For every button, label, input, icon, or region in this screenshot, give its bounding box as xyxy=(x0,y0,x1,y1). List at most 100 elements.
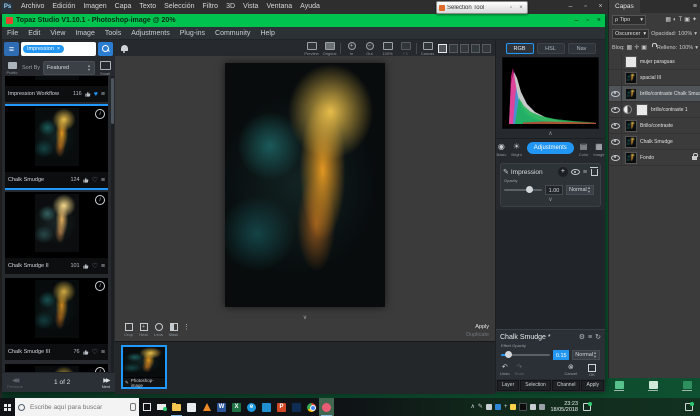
filter-type-icon[interactable]: T xyxy=(679,16,683,24)
more-tools-icon[interactable]: ⋮ xyxy=(183,323,190,332)
ps-menu-texto[interactable]: Texto xyxy=(135,0,160,14)
visibility-toggle[interactable] xyxy=(609,150,622,165)
preset-card-chalk-smudge[interactable]: i Chalk Smudge 124 ♡ ≡ xyxy=(5,106,108,188)
layer-thumbnail[interactable] xyxy=(625,120,637,132)
task-view-icon[interactable] xyxy=(139,398,154,416)
scrollbar-thumb[interactable] xyxy=(111,78,114,124)
pen-icon[interactable]: ✎ xyxy=(478,403,483,411)
slider-knob[interactable] xyxy=(505,351,512,358)
layer-filter-select[interactable]: ρ Tipo ▾ xyxy=(612,15,646,25)
tz-menu-community[interactable]: Community xyxy=(210,30,255,37)
add-adjustment-icon[interactable]: + xyxy=(558,167,568,177)
gear-icon[interactable]: ⚙ xyxy=(579,333,585,342)
view-navigator-button[interactable] xyxy=(482,44,491,53)
notification-bell-icon[interactable] xyxy=(121,45,128,51)
ps-menu-filtro[interactable]: Filtro xyxy=(199,0,223,14)
lens-tool-button[interactable]: Lens xyxy=(151,323,166,337)
tz-menu-file[interactable]: File xyxy=(2,30,23,37)
preview-button[interactable]: Preview xyxy=(304,42,319,56)
footer-tab-layer[interactable]: Layer xyxy=(497,380,520,391)
filter-adjustment-icon[interactable]: ◐ xyxy=(673,16,677,24)
impression-opacity-slider[interactable] xyxy=(504,189,542,191)
apply-button[interactable]: Apply xyxy=(475,324,489,331)
lock-position-icon[interactable]: ▣ xyxy=(641,44,647,52)
effect-blend-select[interactable]: Normal ▲▼ xyxy=(572,350,600,360)
visibility-toggle[interactable] xyxy=(609,102,622,117)
opacity-value[interactable]: 100% xyxy=(678,31,692,37)
file-explorer-icon[interactable] xyxy=(169,398,184,416)
bluetooth-icon[interactable] xyxy=(495,404,501,410)
next-page-button[interactable]: ▶▶ Next xyxy=(102,377,110,389)
excel-icon[interactable]: X xyxy=(229,398,244,416)
edge-icon[interactable]: e xyxy=(244,398,259,416)
documents-folder-icon[interactable] xyxy=(184,398,199,416)
chrome-icon[interactable] xyxy=(304,398,319,416)
footer-tab-selection[interactable]: Selection xyxy=(520,380,551,391)
powerpoint-icon[interactable]: P xyxy=(274,398,289,416)
view-split-button[interactable] xyxy=(449,44,458,53)
visibility-toggle[interactable] xyxy=(609,86,622,101)
thumbs-up-icon[interactable] xyxy=(83,177,89,183)
slider-knob[interactable] xyxy=(526,186,533,193)
topaz-maximize-button[interactable]: ▫ xyxy=(586,17,588,24)
info-icon[interactable]: i xyxy=(95,195,105,205)
notification-center-icon[interactable] xyxy=(685,403,693,411)
reset-icon[interactable]: ↻ xyxy=(595,333,601,342)
tab-hsl[interactable]: HSL xyxy=(537,43,565,54)
preset-card-partial[interactable]: i xyxy=(5,364,108,372)
effect-opacity-value[interactable]: 0.15 xyxy=(553,350,569,360)
volume-icon[interactable] xyxy=(530,404,536,410)
ok-button[interactable]: OK xyxy=(588,364,596,377)
layer-row-chalk-smudge[interactable]: Chalk Smudge xyxy=(609,134,700,150)
previous-page-button[interactable]: ◀◀ Previous xyxy=(7,377,23,389)
visibility-toggle[interactable] xyxy=(609,70,622,85)
topaz-minimize-button[interactable]: – xyxy=(575,17,579,24)
topaz-studio-taskbar-icon[interactable] xyxy=(319,398,334,416)
tab-nav[interactable]: Nav xyxy=(568,43,596,54)
drive-icon[interactable] xyxy=(510,404,516,410)
ps-menu-ayuda[interactable]: Ayuda xyxy=(296,0,324,14)
thumbs-up-icon[interactable] xyxy=(83,263,89,269)
tz-menu-edit[interactable]: Edit xyxy=(23,30,45,37)
image-button[interactable]: ▦ Image xyxy=(593,142,604,157)
basic-button[interactable]: ◉ Basic xyxy=(497,142,507,157)
onedrive-icon[interactable]: + xyxy=(504,403,508,411)
zoom-100-button[interactable]: 100% xyxy=(380,42,395,56)
preset-card-chalk-smudge-ii[interactable]: i Chalk Smudge II 101 ♡ ≡ xyxy=(5,192,108,274)
layer-row-brillo-contraste[interactable]: Brillo/contraste xyxy=(609,118,700,134)
search-button[interactable] xyxy=(98,42,113,56)
ps-menu-ventana[interactable]: Ventana xyxy=(262,0,296,14)
public-presets-button[interactable]: Public xyxy=(5,62,19,75)
network-icon[interactable] xyxy=(539,404,545,410)
info-icon[interactable]: i xyxy=(95,281,105,291)
canvas-collapse-chevron[interactable]: ∨ xyxy=(115,314,495,322)
tray-expand-icon[interactable]: ∧ xyxy=(471,403,475,411)
desktop-shortcut-icon[interactable] xyxy=(682,381,692,393)
selection-tool-close-icon[interactable]: × xyxy=(517,5,525,11)
delete-trash-icon[interactable] xyxy=(591,169,598,176)
preset-options-icon[interactable]: ≡ xyxy=(101,349,105,356)
layer-thumbnail[interactable] xyxy=(625,136,637,148)
battery-icon[interactable] xyxy=(486,404,492,410)
zoom-fit-button[interactable]: Fit xyxy=(398,42,413,56)
ps-restore-button[interactable]: ▫ xyxy=(578,0,593,14)
menu-icon[interactable]: ≡ xyxy=(588,333,592,342)
preset-options-icon[interactable]: ≡ xyxy=(101,91,105,98)
tz-menu-view[interactable]: View xyxy=(45,30,70,37)
tz-menu-adjustments[interactable]: Adjustments xyxy=(126,30,175,37)
tab-capas[interactable]: Capas xyxy=(609,0,640,13)
histogram-collapse-chevron[interactable]: ∧ xyxy=(496,130,605,138)
tray-app-badge-icon[interactable] xyxy=(583,403,591,411)
panel-menu-icon[interactable]: ≡ xyxy=(693,3,700,10)
view-single-button[interactable] xyxy=(438,44,447,53)
topaz-titlebar[interactable]: Topaz Studio V1.10.1 - Photoshop-image @… xyxy=(2,14,605,27)
sidebar-menu-button[interactable]: ≡ xyxy=(4,42,19,56)
desktop-shortcut-icon[interactable] xyxy=(648,381,658,393)
duplicate-button[interactable]: Duplicate xyxy=(466,332,489,339)
ps-close-button[interactable]: × xyxy=(593,0,608,14)
lock-transparent-icon[interactable]: ▦ xyxy=(627,44,633,52)
filter-pixel-icon[interactable]: ▦ xyxy=(665,16,671,24)
ps-menu-edicion[interactable]: Edición xyxy=(48,0,79,14)
adjustment-menu-icon[interactable]: ≡ xyxy=(583,169,587,176)
preset-options-icon[interactable]: ≡ xyxy=(101,177,105,184)
